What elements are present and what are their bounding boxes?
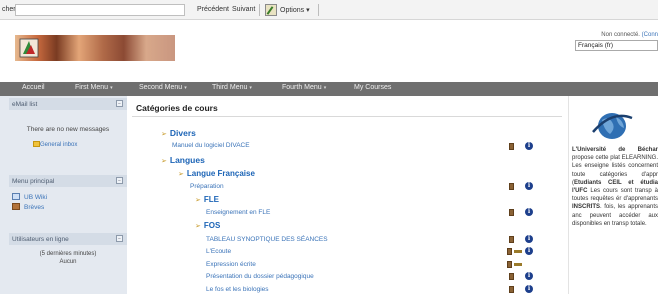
university-logo-icon — [19, 38, 39, 58]
category-arrow-icon: ➢ — [161, 131, 167, 138]
guest-access-icon — [509, 209, 514, 216]
chevron-down-icon: ▾ — [184, 85, 187, 91]
nav-item-my-courses[interactable]: My Courses — [354, 84, 391, 91]
login-status-text: Non connecté. — [601, 32, 640, 38]
category-arrow-icon: ➢ — [195, 197, 201, 204]
info-icon[interactable]: i — [525, 247, 533, 255]
nav-item-fourth-menu[interactable]: Fourth Menu ▾ — [282, 84, 326, 91]
info-icon[interactable]: i — [525, 142, 533, 150]
course-link[interactable]: Préparation — [190, 183, 224, 190]
category-fos[interactable]: ➢ FOS — [195, 221, 220, 230]
category-arrow-icon: ➢ — [178, 171, 184, 178]
course-link[interactable]: L'Ecoute — [206, 248, 231, 255]
mail-status: There are no new messages — [26, 126, 110, 133]
info-icon[interactable]: i — [525, 272, 533, 280]
wiki-icon — [12, 193, 20, 200]
menu-block-title: Menu principal — [12, 178, 55, 185]
info-icon[interactable]: i — [525, 285, 533, 293]
online-users: Aucun — [59, 259, 77, 265]
page-title: Catégories de cours — [136, 103, 218, 113]
collapse-icon[interactable]: − — [116, 177, 123, 184]
course-link[interactable]: TABLEAU SYNOPTIQUE DES SÉANCES — [206, 236, 328, 243]
highlight-icon[interactable] — [265, 4, 277, 16]
sidebar-item-breves[interactable]: Brèves — [24, 204, 44, 211]
nav-item-accueil[interactable]: Accueil — [22, 84, 45, 91]
find-input[interactable] — [15, 4, 185, 16]
category-divers[interactable]: ➢ Divers — [161, 128, 196, 138]
category-langues[interactable]: ➢ Langues — [161, 155, 205, 165]
nav-item-second-menu[interactable]: Second Menu ▾ — [139, 84, 187, 91]
globe-icon — [592, 113, 633, 139]
divider — [132, 116, 562, 117]
mail-icon — [33, 141, 40, 147]
about-text: L'Université de Béchar propose cette pla… — [572, 147, 658, 227]
category-arrow-icon: ➢ — [195, 223, 201, 230]
info-icon[interactable]: i — [525, 208, 533, 216]
options-button[interactable]: Options ▾ — [280, 6, 310, 14]
sidebar-item-ub-wiki[interactable]: UB Wiki — [24, 194, 47, 201]
nav-item-third-menu[interactable]: Third Menu ▾ — [212, 84, 252, 91]
separator — [259, 4, 260, 16]
guest-access-icon — [509, 286, 514, 293]
guest-access-icon — [509, 143, 514, 150]
separator — [318, 4, 319, 16]
course-link[interactable]: Présentation du dossier pédagogique — [206, 273, 314, 280]
guest-access-icon — [509, 183, 514, 190]
site-banner — [15, 35, 175, 61]
course-link[interactable]: Enseignement en FLE — [206, 209, 270, 216]
login-link[interactable]: (Conn — [642, 32, 658, 38]
course-link[interactable]: Le fos et les biologies — [206, 286, 269, 293]
course-link[interactable]: Manuel du logiciel DIVACE — [172, 142, 250, 149]
guest-access-icon — [509, 236, 514, 243]
mail-block-title: eMail list — [12, 101, 38, 108]
next-button[interactable]: Suivant — [232, 6, 255, 13]
category-langue-francaise[interactable]: ➢ Langue Française — [178, 169, 255, 178]
collapse-icon[interactable]: − — [116, 235, 123, 242]
nav-item-first-menu[interactable]: First Menu ▾ — [75, 84, 113, 91]
previous-button[interactable]: Précédent — [197, 6, 229, 13]
language-select[interactable]: Français (fr) — [575, 40, 658, 51]
chevron-down-icon: ▾ — [110, 85, 113, 91]
key-icon — [514, 263, 522, 266]
info-icon[interactable]: i — [525, 182, 533, 190]
category-fle[interactable]: ➢ FLE — [195, 195, 219, 204]
online-period: (5 dernières minutes) — [39, 251, 97, 257]
info-icon[interactable]: i — [525, 235, 533, 243]
news-icon — [12, 203, 20, 210]
guest-access-icon — [509, 273, 514, 280]
guest-access-icon — [507, 248, 512, 255]
collapse-icon[interactable]: − — [116, 100, 123, 107]
key-icon — [514, 250, 522, 253]
chevron-down-icon: ▾ — [323, 85, 327, 91]
chevron-down-icon: ▾ — [249, 85, 252, 91]
course-link[interactable]: Expression écrite — [206, 261, 256, 268]
login-status: Non connecté. (Conn — [560, 32, 658, 38]
online-block-title: Utilisateurs en ligne — [12, 236, 69, 243]
category-arrow-icon: ➢ — [161, 158, 167, 165]
guest-access-icon — [507, 261, 512, 268]
general-inbox-link[interactable]: General inbox — [40, 142, 77, 148]
